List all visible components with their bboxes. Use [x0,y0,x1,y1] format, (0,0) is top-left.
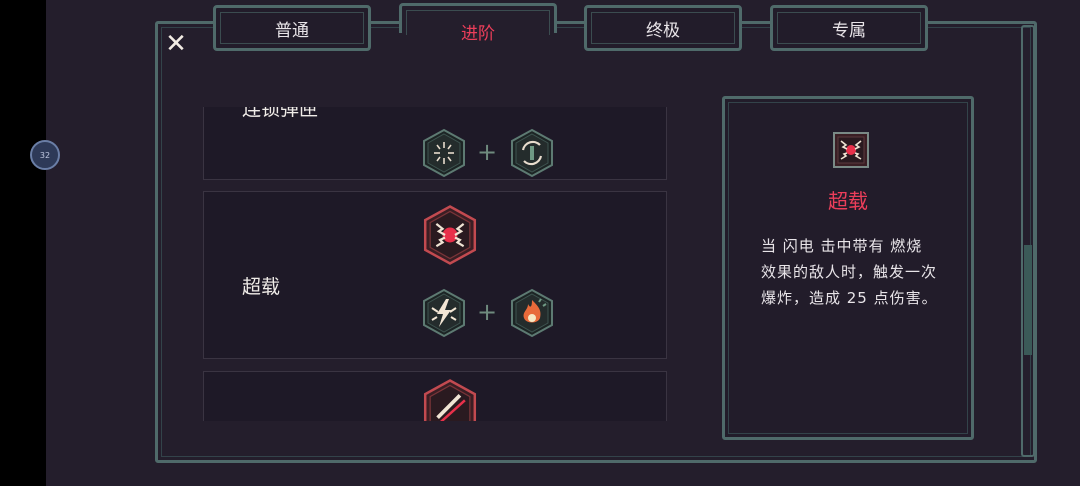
lightning-icon [423,288,465,338]
floating-bubble[interactable]: 32 [30,140,60,170]
tab-label: 进阶 [461,24,495,44]
combo-name: 超载 [242,276,281,298]
scrollbar[interactable] [1021,25,1035,457]
screen-edge-bar [0,0,46,486]
close-icon[interactable]: ✕ [163,31,189,57]
cycle-arrow-icon [511,128,553,178]
tab-label: 终极 [646,20,680,41]
combo-name: 连锁弹匣 [242,107,319,120]
overload-icon [833,132,869,168]
list-item[interactable]: 连锁弹匣 + [203,107,667,180]
combo-list[interactable]: 连锁弹匣 + 超载 + [203,107,667,421]
tab-label: 专属 [832,20,866,41]
overload-icon [423,205,477,265]
radial-burst-icon [423,128,465,178]
tab-label: 普通 [275,20,309,41]
tab-ultimate[interactable]: 终极 [584,5,742,51]
list-item[interactable]: 超载 + [203,191,667,359]
slash-icon [423,379,477,421]
tab-normal[interactable]: 普通 [213,5,371,51]
detail-panel: 超载 当 闪电 击中带有 燃烧 效果的敌人时，触发一次 爆炸，造成 25 点伤害… [722,96,974,440]
scrollbar-thumb[interactable] [1024,245,1032,355]
plus-sign: + [477,298,498,326]
tab-advanced[interactable]: 进阶 [399,3,557,44]
plus-sign: + [477,138,498,166]
detail-title: 超载 [828,189,868,213]
tab-exclusive[interactable]: 专属 [770,5,928,51]
detail-description: 当 闪电 击中带有 燃烧 效果的敌人时，触发一次 爆炸，造成 25 点伤害。 [761,237,938,307]
fire-icon [511,288,553,338]
list-item[interactable] [203,371,667,421]
